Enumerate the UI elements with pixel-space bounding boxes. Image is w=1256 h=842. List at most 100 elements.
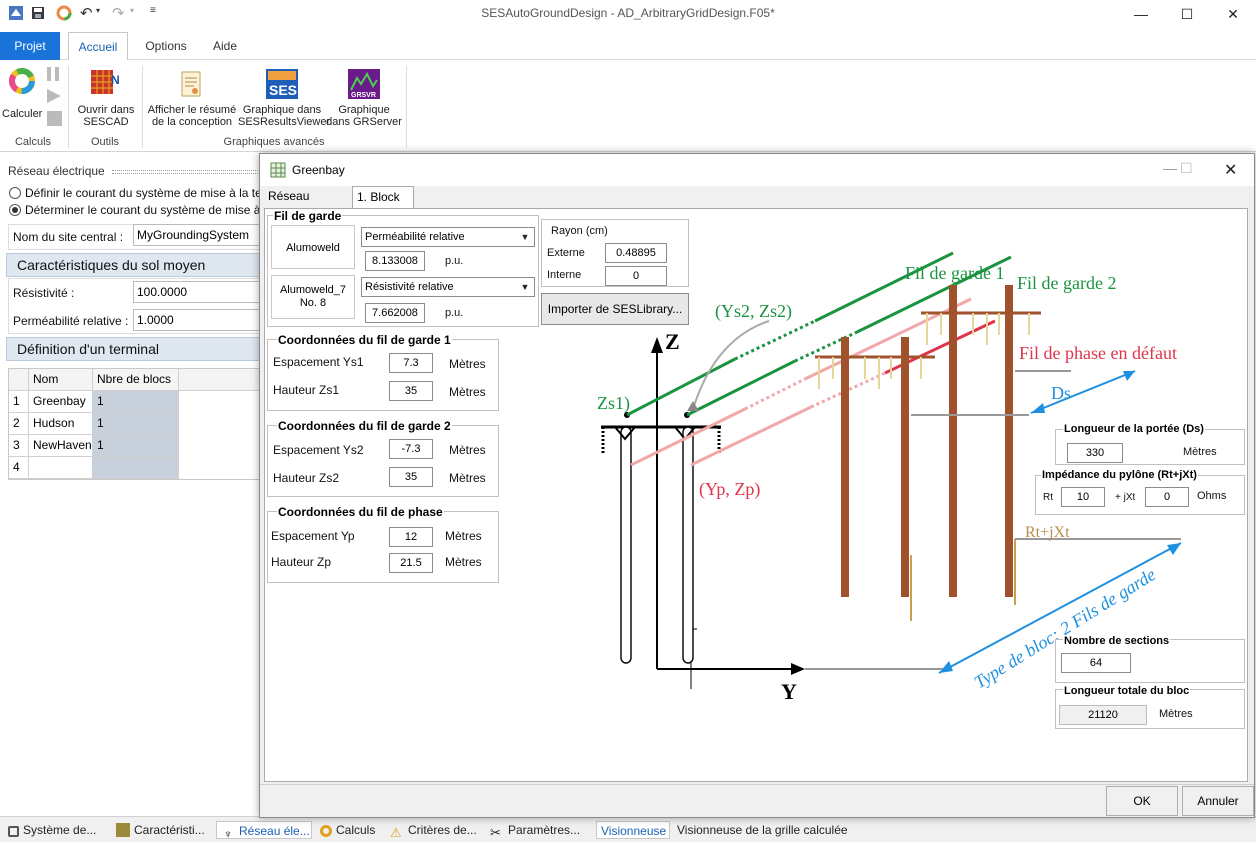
zp-unit: Mètres	[445, 555, 482, 569]
close-button[interactable]: ✕	[1210, 0, 1256, 28]
radio-definir[interactable]	[9, 187, 21, 199]
graphique-grserver-label: Graphique dans GRServer	[326, 104, 402, 128]
grid-cell-blocs[interactable]: 1	[93, 413, 179, 435]
property-value-1[interactable]: 8.133008	[365, 251, 425, 271]
group-graphiques: Graphiques avancés	[223, 136, 325, 148]
ys1-unit: Mètres	[449, 357, 486, 371]
tab-block-1[interactable]: 1. Block 1	[352, 186, 414, 225]
grid-corner	[9, 369, 29, 391]
coord-phase-group	[267, 511, 499, 583]
resistivite-input[interactable]: 100.0000	[133, 281, 262, 303]
graphique-grserver-button[interactable]: GRSVR Graphique dans GRServer	[326, 64, 402, 130]
status-tab-calculs[interactable]: Calculs	[320, 821, 388, 839]
afficher-resume-button[interactable]: Afficher le résumé de la conception	[146, 64, 238, 130]
status-tab-criteres[interactable]: ⚠ Critères de...	[390, 821, 486, 840]
tab-aide[interactable]: Aide	[200, 32, 250, 60]
annuler-button[interactable]: Annuler	[1182, 786, 1254, 816]
property-select-2[interactable]: Résistivité relative ▼	[361, 277, 535, 297]
minimize-button[interactable]: —	[1118, 0, 1164, 28]
ys1-input[interactable]: 7.3	[389, 353, 433, 373]
ouvrir-sescad-button[interactable]: N Ouvrir dans SESCAD	[74, 64, 138, 130]
graphique-sesresults-button[interactable]: SES Graphique dans SESResultsViewer	[238, 64, 331, 130]
zs2-input[interactable]: 35	[389, 467, 433, 487]
status-tab-visionneuse[interactable]: Visionneuse	[596, 821, 670, 839]
zp-label: Hauteur Zp	[271, 555, 332, 569]
property-value-2[interactable]: 7.662008	[365, 303, 425, 323]
left-panel: Réseau électrique Définir le courant du …	[0, 156, 263, 816]
impedance-title: Impédance du pylône (Rt+jXt)	[1041, 469, 1198, 481]
grid-cell-nom[interactable]: Greenbay	[29, 391, 93, 413]
grid-header-nom[interactable]: Nom	[29, 369, 93, 391]
status-tab-caracteristiques[interactable]: Caractéristi...	[116, 821, 216, 839]
status-tab-parametres[interactable]: ✂ Paramètres...	[490, 821, 590, 840]
tab-reseau-complet[interactable]: Réseau complet	[264, 186, 350, 224]
dialog-close-button[interactable]: ✕	[1224, 160, 1237, 180]
warning-icon: ⚠	[390, 825, 402, 840]
ypzp-label: (Yp, Zp)	[699, 479, 760, 500]
grid-cell-nom[interactable]: NewHaven	[29, 435, 93, 457]
z-axis-label: Z	[665, 329, 680, 354]
y-axis-label: Y	[781, 679, 797, 704]
garde-2-line-near	[686, 359, 796, 417]
longueur-value: 21120	[1059, 705, 1147, 725]
wrench-icon: ✂	[490, 825, 501, 840]
zp-input[interactable]: 21.5	[389, 553, 433, 573]
rt-input[interactable]: 10	[1061, 487, 1105, 507]
sections-input[interactable]: 64	[1061, 653, 1131, 673]
status-tab-systeme[interactable]: Système de...	[8, 821, 112, 839]
ys2-pointer	[692, 320, 770, 410]
status-tab-reseau[interactable]: ♆ Réseau éle...	[216, 821, 312, 841]
calculer-button[interactable]: Calculer	[2, 64, 42, 124]
garde-1-line-near	[626, 357, 736, 417]
impedance-unit: Ohms	[1197, 490, 1227, 502]
grid-header-blocs[interactable]: Nbre de blocs	[93, 369, 179, 391]
ribbon-separator	[142, 66, 143, 148]
sol-section-title[interactable]: Caractéristiques du sol moyen	[6, 253, 262, 277]
jxt-input[interactable]: 0	[1145, 487, 1189, 507]
grid-cell-blocs[interactable]	[93, 457, 179, 479]
coord-phase-title: Coordonnées du fil de phase	[277, 505, 444, 519]
dialog-title-bar: Greenbay — ☐ ✕	[260, 154, 1254, 186]
permeabilite-input[interactable]: 1.0000	[133, 309, 262, 331]
ys2zs2-label: (Ys2, Zs2)	[715, 301, 792, 322]
grid-cell-nom[interactable]: Hudson	[29, 413, 93, 435]
graphique-sesresults-label: Graphique dans SESResultsViewer	[238, 104, 331, 128]
terminal-section-title[interactable]: Définition d'un terminal	[6, 337, 262, 361]
yp-unit: Mètres	[445, 529, 482, 543]
unit-pu-2: p.u.	[445, 307, 464, 319]
grid-cell-blocs[interactable]: 1	[93, 435, 179, 457]
svg-text:SES: SES	[269, 82, 297, 98]
step-icon[interactable]	[47, 89, 61, 103]
property-select-1[interactable]: Perméabilité relative ▼	[361, 227, 535, 247]
grid-cell-blocs[interactable]: 1	[93, 391, 179, 413]
site-input[interactable]: MyGroundingSystem	[133, 224, 262, 246]
zs1-input[interactable]: 35	[389, 381, 433, 401]
tab-options[interactable]: Options	[136, 32, 196, 60]
stop-icon[interactable]	[47, 111, 62, 126]
calculer-label: Calculer	[2, 108, 43, 120]
radio-determiner[interactable]	[9, 204, 21, 216]
grid-row-index: 1	[9, 391, 29, 413]
dialog-maximize-button[interactable]: ☐	[1180, 160, 1193, 177]
externe-label: Externe	[547, 247, 585, 259]
grid-row-index: 4	[9, 457, 29, 479]
tab-projet[interactable]: Projet	[0, 32, 60, 60]
portee-input[interactable]: 330	[1067, 443, 1123, 463]
ok-button[interactable]: OK	[1106, 786, 1178, 816]
longueur-unit: Mètres	[1159, 708, 1193, 720]
tab-accueil[interactable]: Accueil	[68, 32, 128, 61]
grid-icon	[270, 162, 286, 178]
maximize-button[interactable]: ☐	[1164, 0, 1210, 28]
pause-icon[interactable]	[47, 67, 51, 81]
panel-header-grip	[112, 170, 260, 174]
title-bar: ↶ ▾ ↷ ▾ ≡ SESAutoGroundDesign - AD_Arbit…	[0, 0, 1256, 28]
coord-garde-2-title: Coordonnées du fil de garde 2	[277, 419, 452, 433]
yp-input[interactable]: 12	[389, 527, 433, 547]
grid-cell-nom[interactable]	[29, 457, 93, 479]
status-tab-calculs-label: Calculs	[336, 823, 376, 837]
fil-phase-label: Fil de phase en défaut	[1019, 343, 1177, 363]
dialog-minimize-button[interactable]: —	[1163, 160, 1177, 176]
ys2-input[interactable]: -7.3	[389, 439, 433, 459]
tower-icon: ♆	[223, 827, 233, 841]
ouvrir-sescad-label: Ouvrir dans SESCAD	[77, 104, 135, 128]
